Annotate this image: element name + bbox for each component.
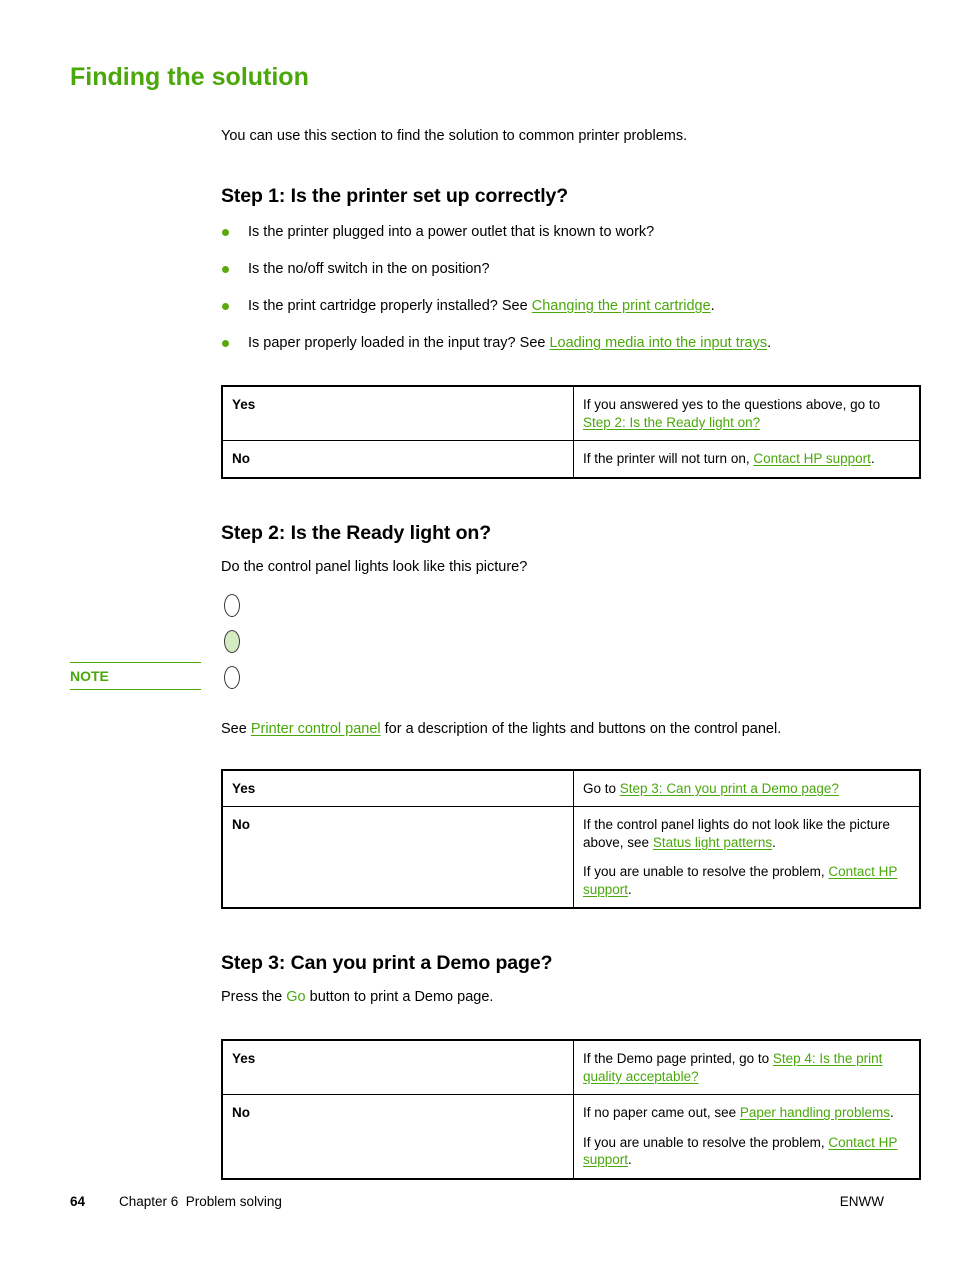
cell-no-answer: If the printer will not turn on, Contact… (573, 440, 921, 478)
footer-chapter: Chapter 6 Problem solving (119, 1194, 282, 1209)
answer-text-tail: . (772, 834, 776, 850)
cell-no-label: No (221, 806, 574, 909)
note-text-after: for a description of the lights and butt… (380, 720, 782, 737)
answer-text-tail: . (628, 1152, 632, 1167)
note-label: NOTE (70, 662, 201, 690)
answer-text-tail: . (628, 881, 632, 897)
cell-yes-answer: If the Demo page printed, go to Step 4: … (573, 1039, 921, 1095)
document-page: Finding the solution You can use this se… (0, 0, 954, 1270)
bullet-text: Is the print cartridge properly installe… (248, 298, 532, 314)
cell-yes-answer: Go to Step 3: Can you print a Demo page? (573, 769, 921, 807)
ready-light-icon (224, 629, 240, 653)
cell-no-answer: If no paper came out, see Paper handling… (573, 1094, 921, 1179)
footer-locale: ENWW (839, 1194, 884, 1209)
link-loading-media-into-the-input-trays[interactable]: Loading media into the input trays (549, 335, 767, 351)
step3-instruction: Press the Go button to print a Demo page… (221, 975, 883, 1007)
control-panel-lights-figure (221, 593, 883, 689)
go-button-name: Go (286, 989, 306, 1005)
link-changing-the-print-cartridge[interactable]: Changing the print cartridge (532, 298, 711, 314)
link-paper-handling-problems[interactable]: Paper handling problems (740, 1105, 890, 1120)
bullet-dot-icon (222, 266, 229, 273)
answer-text: If no paper came out, see (583, 1105, 740, 1120)
instruction-text-before: Press the (221, 989, 287, 1005)
answer-paragraph: If you answered yes to the questions abo… (583, 396, 910, 431)
answer-paragraph: If no paper came out, see Paper handling… (583, 1104, 910, 1122)
answer-text: If you are unable to resolve the problem… (583, 864, 829, 879)
cell-no-label: No (221, 1094, 574, 1179)
bullet-text: Is the printer plugged into a power outl… (248, 224, 655, 240)
document-content: You can use this section to find the sol… (221, 120, 921, 1180)
step3-answer-table: Yes If the Demo page printed, go to Step… (221, 1039, 921, 1180)
step3-heading: Step 3: Can you print a Demo page? (221, 952, 553, 974)
bullet-text-tail: . (710, 298, 715, 314)
step1-answer-table: Yes If you answered yes to the questions… (221, 385, 921, 479)
note-text: See Printer control panel for a descript… (221, 719, 883, 739)
list-item: Is the printer plugged into a power outl… (221, 222, 883, 242)
answer-paragraph: If the Demo page printed, go to Step 4: … (583, 1050, 910, 1085)
answer-paragraph: If the control panel lights do not look … (583, 816, 910, 851)
cell-yes-label: Yes (221, 769, 574, 807)
answer-text: If you are unable to resolve the problem… (583, 1134, 829, 1150)
table-row: Yes If the Demo page printed, go to Step… (221, 1039, 921, 1095)
note-text-before: See (221, 720, 251, 737)
go-light-icon (224, 665, 240, 689)
table-row: No If the control panel lights do not lo… (221, 806, 921, 909)
bullet-dot-icon (222, 303, 229, 310)
footer-page-number: 64 (70, 1194, 86, 1209)
page-footer: 64 Chapter 6 Problem solving ENWW (70, 1192, 884, 1212)
link-contact-hp-support[interactable]: Contact HP support (753, 451, 871, 466)
table-row: No If the printer will not turn on, Cont… (221, 440, 921, 478)
cell-yes-answer: If you answered yes to the questions abo… (573, 385, 921, 441)
cell-no-label: No (221, 440, 574, 478)
instruction-text-after: button to print a Demo page. (305, 989, 494, 1005)
bullet-text-tail: . (767, 335, 772, 351)
link-status-light-patterns[interactable]: Status light patterns (653, 835, 772, 850)
answer-text: If the Demo page printed, go to (583, 1051, 773, 1066)
step2-question: Do the control panel lights look like th… (221, 558, 528, 575)
answer-text: If you answered yes to the questions abo… (583, 397, 881, 412)
list-item: Is paper properly loaded in the input tr… (221, 333, 883, 353)
answer-text-tail: . (889, 1105, 894, 1120)
answer-paragraph: If the printer will not turn on, Contact… (583, 450, 910, 468)
bullet-dot-icon (222, 229, 229, 236)
list-item: Is the no/off switch in the on position? (221, 259, 883, 279)
page-title: Finding the solution (70, 63, 309, 91)
bullet-dot-icon (222, 340, 229, 347)
cell-no-answer: If the control panel lights do not look … (573, 806, 921, 909)
table-row: Yes Go to Step 3: Can you print a Demo p… (221, 769, 921, 807)
bullet-text: Is paper properly loaded in the input tr… (248, 335, 550, 351)
table-row: No If no paper came out, see Paper handl… (221, 1094, 921, 1179)
answer-text-tail: . (870, 451, 875, 466)
step2-answer-table: Yes Go to Step 3: Can you print a Demo p… (221, 768, 921, 909)
intro-paragraph: You can use this section to find the sol… (221, 128, 688, 144)
link-step2-ready-light[interactable]: Step 2: Is the Ready light on? (583, 415, 760, 430)
step1-bullet-list: Is the printer plugged into a power outl… (221, 222, 883, 353)
link-printer-control-panel[interactable]: Printer control panel (251, 721, 381, 737)
cell-yes-label: Yes (221, 385, 574, 441)
step2-heading: Step 2: Is the Ready light on? (221, 521, 492, 544)
answer-text: If the printer will not turn on, (583, 451, 754, 466)
table-row: Yes If you answered yes to the questions… (221, 385, 921, 441)
answer-paragraph: Go to Step 3: Can you print a Demo page? (583, 780, 910, 798)
answer-paragraph: If you are unable to resolve the problem… (583, 863, 910, 898)
answer-text: Go to (583, 780, 620, 796)
list-item: Is the print cartridge properly installe… (221, 296, 883, 316)
cell-yes-label: Yes (221, 1039, 574, 1095)
step1-heading: Step 1: Is the printer set up correctly? (221, 185, 569, 207)
answer-paragraph: If you are unable to resolve the problem… (583, 1134, 910, 1169)
link-step3-demo-page[interactable]: Step 3: Can you print a Demo page? (620, 781, 839, 796)
bullet-text: Is the no/off switch in the on position? (248, 261, 490, 277)
attention-light-icon (224, 593, 240, 617)
